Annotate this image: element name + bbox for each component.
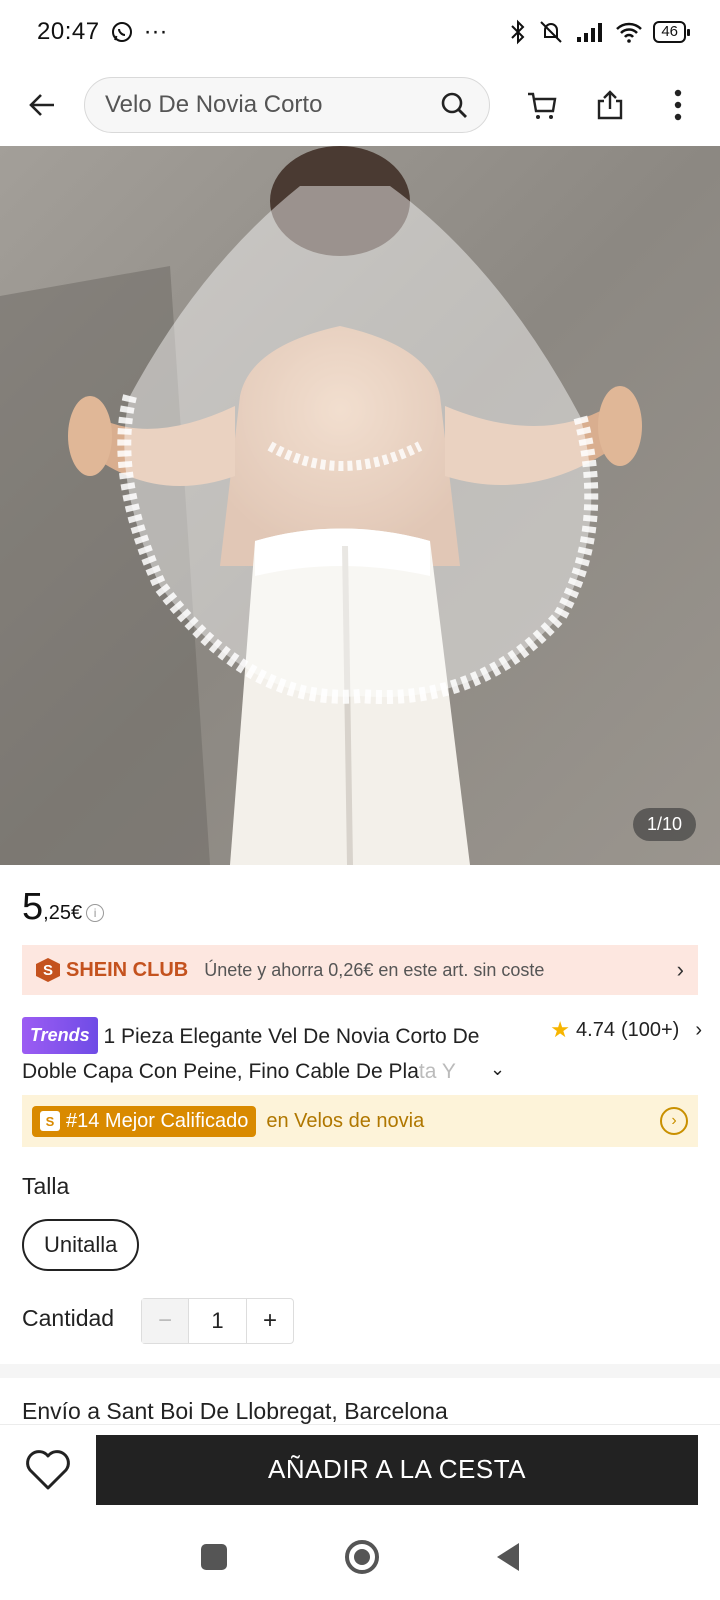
increase-quantity-button[interactable]: + bbox=[247, 1299, 293, 1343]
status-bar: 20:47 ··· 46 bbox=[0, 0, 720, 64]
product-image-gallery[interactable]: 1/10 bbox=[0, 146, 720, 865]
trends-badge: Trends bbox=[22, 1017, 98, 1054]
add-to-cart-button[interactable]: AÑADIR A LA CESTA bbox=[96, 1434, 698, 1505]
back-button[interactable] bbox=[20, 83, 64, 127]
price-info-icon[interactable]: i bbox=[86, 904, 105, 922]
arrow-left-icon bbox=[29, 94, 54, 116]
shein-club-logo-icon: S bbox=[36, 958, 60, 982]
share-button[interactable] bbox=[588, 83, 632, 127]
size-option-unitalla[interactable]: Unitalla bbox=[22, 1219, 140, 1271]
wishlist-button[interactable] bbox=[22, 1444, 74, 1496]
recent-apps-button[interactable] bbox=[201, 1544, 227, 1570]
chevron-right-icon: › bbox=[695, 1018, 702, 1041]
battery-icon: 46 bbox=[653, 21, 690, 43]
image-counter: 1/10 bbox=[632, 808, 696, 841]
ranking-banner[interactable]: S #14 Mejor Calificado en Velos de novia… bbox=[22, 1095, 698, 1147]
ranking-category: en Velos de novia bbox=[266, 1109, 425, 1132]
wifi-icon bbox=[615, 21, 643, 43]
price-decimal: ,25€ bbox=[43, 902, 83, 924]
shein-club-name: SHEIN CLUB bbox=[66, 958, 189, 981]
clock: 20:47 bbox=[37, 18, 100, 45]
rating-value: 4.74 bbox=[576, 1018, 615, 1041]
chevron-right-icon: › bbox=[676, 957, 684, 982]
shipping-destination[interactable]: Envío a Sant Boi De Llobregat, Barcelona bbox=[22, 1398, 448, 1425]
quantity-stepper: − 1 + bbox=[141, 1298, 294, 1344]
search-icon[interactable] bbox=[439, 90, 469, 120]
expand-title-chevron-down-icon[interactable]: ⌄ bbox=[490, 1059, 505, 1080]
decrease-quantity-button[interactable]: − bbox=[142, 1299, 188, 1343]
section-divider bbox=[0, 1364, 720, 1378]
price-integer: 5 bbox=[22, 886, 44, 928]
top-navigation: Velo De Novia Corto bbox=[0, 64, 720, 146]
heart-icon bbox=[26, 1449, 70, 1489]
search-input[interactable]: Velo De Novia Corto bbox=[105, 91, 439, 119]
signal-icon bbox=[575, 21, 605, 43]
whatsapp-icon bbox=[110, 20, 134, 44]
product-title-section: Trends 1 Pieza Elegante Vel De Novia Cor… bbox=[22, 1017, 702, 1087]
more-notifications-icon: ··· bbox=[143, 18, 168, 45]
quantity-value[interactable]: 1 bbox=[188, 1299, 247, 1343]
product-price: 5 ,25€ i bbox=[22, 886, 105, 929]
shein-club-offer: Únete y ahorra 0,26€ en este art. sin co… bbox=[204, 959, 545, 980]
circle-chevron-right-icon[interactable]: › bbox=[660, 1107, 688, 1135]
star-icon: ★ bbox=[550, 1017, 571, 1042]
shein-club-banner[interactable]: S SHEIN CLUB Únete y ahorra 0,26€ en est… bbox=[22, 945, 698, 995]
more-options-button[interactable] bbox=[656, 83, 700, 127]
cart-button[interactable] bbox=[520, 83, 564, 127]
system-back-button[interactable] bbox=[497, 1543, 519, 1571]
rating-summary[interactable]: ★ 4.74 (100+) › bbox=[550, 1017, 702, 1043]
ranking-badge: S #14 Mejor Calificado bbox=[32, 1105, 257, 1137]
product-title[interactable]: Trends 1 Pieza Elegante Vel De Novia Cor… bbox=[22, 1017, 502, 1087]
muted-bell-icon bbox=[537, 19, 565, 45]
size-label: Talla bbox=[22, 1173, 70, 1199]
home-button[interactable] bbox=[345, 1540, 379, 1574]
bottom-action-bar: AÑADIR A LA CESTA bbox=[0, 1424, 720, 1514]
product-photo bbox=[0, 146, 720, 865]
cart-icon bbox=[528, 92, 557, 119]
bluetooth-icon bbox=[509, 19, 527, 45]
kebab-menu-icon bbox=[674, 89, 682, 121]
trophy-icon: S bbox=[40, 1111, 60, 1131]
system-navigation-bar bbox=[0, 1514, 720, 1600]
quantity-label: Cantidad bbox=[22, 1305, 115, 1331]
ranking-label: #14 Mejor Calificado bbox=[66, 1109, 249, 1132]
search-bar[interactable]: Velo De Novia Corto bbox=[84, 77, 490, 133]
product-title-faded: ta Y bbox=[418, 1060, 456, 1083]
review-count: (100+) bbox=[620, 1018, 680, 1041]
share-icon bbox=[597, 90, 623, 120]
